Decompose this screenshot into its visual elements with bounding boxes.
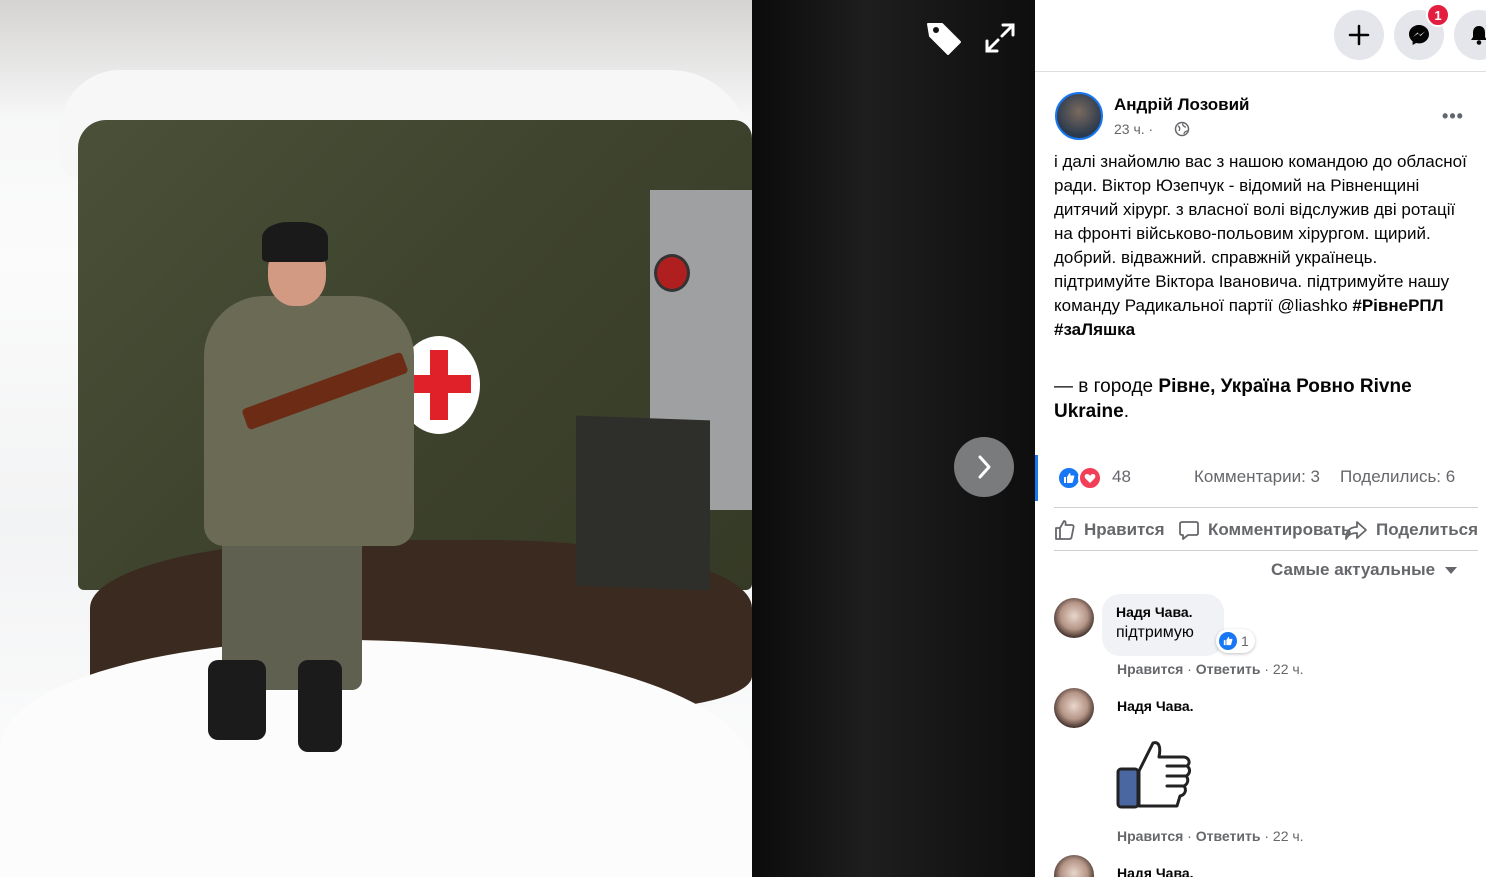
comments-count[interactable]: Комментарии: 3	[1194, 467, 1320, 487]
commenter-avatar[interactable]	[1054, 688, 1094, 728]
location-prefix: — в городе	[1054, 376, 1159, 397]
commenter-name[interactable]: Надя Чава.	[1116, 604, 1210, 620]
like-button[interactable]: Нравится	[1054, 508, 1165, 552]
soldier-boot-left	[208, 660, 266, 740]
messenger-icon	[1409, 25, 1429, 45]
hashtag-link[interactable]: #РівнеРПЛ	[1352, 296, 1443, 315]
commenter-name[interactable]: Надя Чава.	[1117, 865, 1194, 877]
vehicle-lamp	[654, 254, 690, 292]
share-label: Поделиться	[1376, 520, 1479, 539]
soldier-hat	[262, 222, 328, 262]
reactions-summary: 48 Комментарии: 3 Поделились: 6	[1035, 455, 1486, 501]
comment-button[interactable]: Комментировать	[1178, 508, 1351, 552]
thumbs-up-sticker	[1116, 741, 1191, 809]
focus-indicator	[1035, 455, 1038, 501]
comment-time[interactable]: 22 ч.	[1273, 661, 1304, 677]
comment-text: підтримую	[1116, 624, 1194, 641]
author-avatar[interactable]	[1055, 92, 1103, 140]
hashtag-link[interactable]: #заЛяшка	[1054, 320, 1135, 339]
comment-label: Комментировать	[1208, 520, 1352, 539]
like-label: Нравится	[1084, 520, 1165, 539]
comment-reply-link[interactable]: Ответить	[1196, 661, 1261, 677]
soldier-boot-right	[298, 660, 342, 752]
tag-icon[interactable]	[922, 16, 966, 60]
notifications-button[interactable]	[1454, 10, 1486, 60]
reaction-count[interactable]: 48	[1112, 467, 1131, 487]
vehicle-mudflap	[576, 415, 710, 591]
share-icon	[1345, 521, 1367, 540]
create-button[interactable]	[1334, 10, 1384, 60]
love-reaction-icon[interactable]	[1078, 466, 1102, 490]
comment-reaction-count: 1	[1241, 633, 1249, 649]
location-suffix: .	[1123, 401, 1129, 422]
caret-down-icon	[1445, 566, 1458, 574]
sort-label: Самые актуальные	[1271, 560, 1436, 579]
soldier-body	[204, 296, 414, 546]
comment-like-link[interactable]: Нравится	[1117, 661, 1183, 677]
bell-icon	[1471, 26, 1486, 45]
comment-bubble: Надя Чава. підтримую	[1102, 594, 1224, 656]
commenter-avatar[interactable]	[1054, 855, 1094, 877]
post-text: і далі знайомлю вас з нашою командою до …	[1054, 150, 1472, 342]
post-header: Андрій Лозовий 23 ч. · •••	[1055, 92, 1475, 148]
top-bar: 1	[1035, 0, 1486, 72]
comment-meta: Нравится · Ответить · 22 ч.	[1117, 828, 1304, 844]
post-photo[interactable]	[0, 0, 752, 877]
post-actions: Нравится Комментировать Поделиться	[1054, 507, 1478, 551]
post-body: і далі знайомлю вас з нашою командою до …	[1054, 152, 1467, 315]
next-photo-button[interactable]	[954, 437, 1014, 497]
comment-time[interactable]: 22 ч.	[1273, 828, 1304, 844]
comment-reactions[interactable]: 1	[1216, 629, 1255, 653]
plus-icon	[1348, 24, 1370, 46]
post-sidebar: 1 Андрій Лозовий 23 ч. · ••• і далі знай…	[1035, 0, 1486, 877]
author-name[interactable]: Андрій Лозовий	[1114, 95, 1249, 115]
shares-count[interactable]: Поделились: 6	[1340, 467, 1455, 487]
post-timestamp[interactable]: 23 ч. ·	[1114, 121, 1153, 137]
post-location: — в городе Рівне, Україна Ровно Rivne Uk…	[1054, 374, 1472, 424]
red-cross-horizontal	[407, 375, 471, 393]
like-reaction-icon	[1219, 632, 1237, 650]
messenger-badge: 1	[1426, 3, 1450, 27]
comment-sort-dropdown[interactable]: Самые актуальные	[1271, 560, 1458, 580]
share-button[interactable]: Поделиться	[1344, 508, 1478, 552]
comment-meta: Нравится · Ответить · 22 ч.	[1117, 661, 1304, 677]
photo-viewer	[0, 0, 1035, 877]
comment-reply-link[interactable]: Ответить	[1196, 828, 1261, 844]
commenter-avatar[interactable]	[1054, 598, 1094, 638]
comment-icon	[1179, 521, 1199, 540]
commenter-name[interactable]: Надя Чава.	[1117, 698, 1194, 714]
expand-icon[interactable]	[978, 16, 1022, 60]
globe-icon	[1174, 121, 1190, 137]
chevron-right-icon	[978, 455, 991, 479]
thumbs-up-icon	[1055, 520, 1075, 540]
comment-like-link[interactable]: Нравится	[1117, 828, 1183, 844]
more-options-icon[interactable]: •••	[1437, 102, 1469, 130]
